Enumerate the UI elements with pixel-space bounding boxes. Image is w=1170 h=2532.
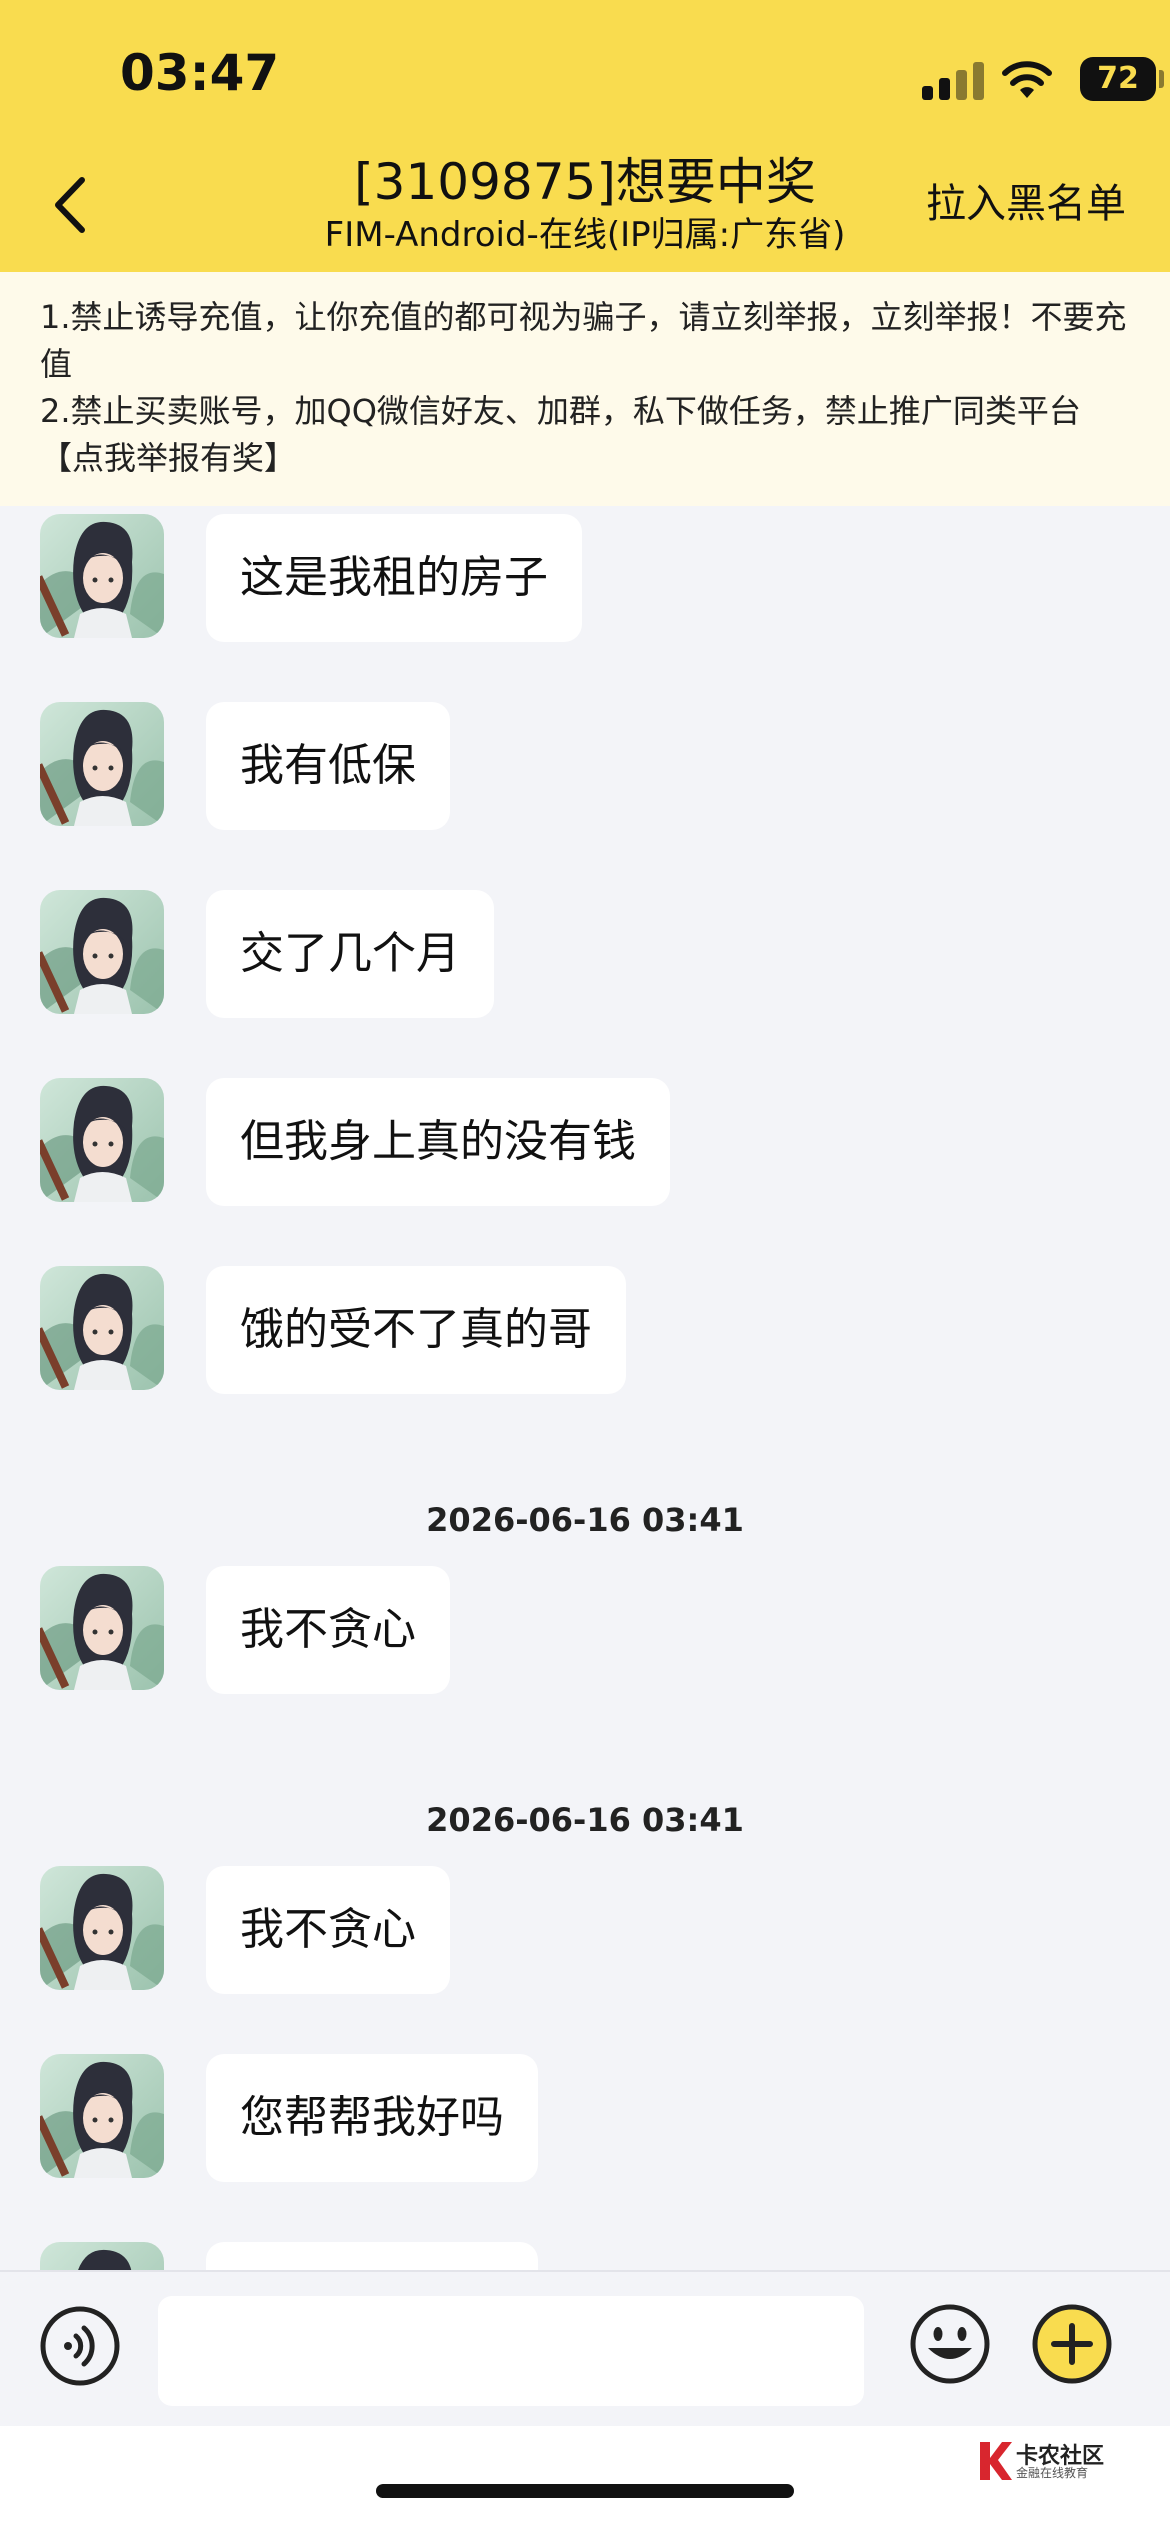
home-indicator — [376, 2484, 794, 2498]
message-bubble[interactable]: 我不贪心 — [206, 1866, 450, 1994]
message-row: 交了几个月 — [0, 890, 1170, 1020]
message-bubble[interactable]: 饿的受不了真的哥 — [206, 1266, 626, 1394]
message-timestamp: 2026-06-16 03:41 — [426, 1501, 744, 1539]
watermark-sub: 金融在线教育 — [1016, 2466, 1089, 2480]
message-row: 饿的受不了真的哥 — [0, 1266, 1170, 1396]
message-bubble[interactable]: 多少都行的哥 — [206, 2242, 538, 2270]
message-timestamp: 2026-06-16 03:41 — [426, 1801, 744, 1839]
message-row: 您帮帮我好吗 — [0, 2054, 1170, 2184]
status-icons: 72 — [870, 0, 1170, 140]
avatar[interactable] — [40, 2054, 164, 2178]
watermark: 卡农社区 金融在线教育 — [972, 2436, 1162, 2486]
message-bubble[interactable]: 但我身上真的没有钱 — [206, 1078, 670, 1206]
message-row: 我不贪心 — [0, 1566, 1170, 1696]
message-bubble[interactable]: 我不贪心 — [206, 1566, 450, 1694]
message-bubble[interactable]: 我有低保 — [206, 702, 450, 830]
avatar[interactable] — [40, 2242, 164, 2270]
message-list[interactable]: 这是我租的房子 我有低保 交了几个月 但我身上真的没有钱 饿的受不了真的哥 20… — [0, 506, 1170, 2270]
battery-tip — [1159, 70, 1164, 88]
message-row: 我有低保 — [0, 702, 1170, 832]
voice-icon[interactable] — [38, 2304, 122, 2388]
message-row: 我不贪心 — [0, 1866, 1170, 1996]
message-row: 但我身上真的没有钱 — [0, 1078, 1170, 1208]
avatar[interactable] — [40, 1866, 164, 1990]
message-row: 多少都行的哥 — [0, 2242, 1170, 2270]
avatar[interactable] — [40, 702, 164, 826]
wifi-icon — [1002, 61, 1052, 98]
notice-line-2: 2.禁止买卖账号，加QQ微信好友、加群，私下做任务，禁止推广同类平台【点我举报有… — [40, 392, 1081, 477]
watermark-logo-icon — [980, 2442, 1012, 2480]
plus-icon[interactable] — [1030, 2302, 1114, 2386]
message-bubble[interactable]: 交了几个月 — [206, 890, 494, 1018]
status-time: 03:47 — [120, 44, 280, 102]
avatar[interactable] — [40, 1566, 164, 1690]
notice-line-1: 1.禁止诱导充值，让你充值的都可视为骗子，请立刻举报，立刻举报！不要充值 — [40, 298, 1127, 383]
signal-icon — [922, 62, 986, 100]
avatar[interactable] — [40, 890, 164, 1014]
smiley-icon[interactable] — [908, 2302, 992, 2386]
message-bubble[interactable]: 您帮帮我好吗 — [206, 2054, 538, 2182]
message-bubble[interactable]: 这是我租的房子 — [206, 514, 582, 642]
warning-notice[interactable]: 1.禁止诱导充值，让你充值的都可视为骗子，请立刻举报，立刻举报！不要充值 2.禁… — [0, 272, 1170, 506]
message-input[interactable] — [158, 2296, 864, 2406]
input-bar — [0, 2270, 1170, 2426]
avatar[interactable] — [40, 1266, 164, 1390]
blacklist-button[interactable]: 拉入黑名单 — [926, 176, 1126, 232]
message-row: 这是我租的房子 — [0, 514, 1170, 644]
avatar[interactable] — [40, 514, 164, 638]
battery-indicator: 72 — [1080, 57, 1156, 101]
avatar[interactable] — [40, 1078, 164, 1202]
chat-header: 03:47 72 [3109875]想要中奖 FIM-Android-在线(IP… — [0, 0, 1170, 272]
